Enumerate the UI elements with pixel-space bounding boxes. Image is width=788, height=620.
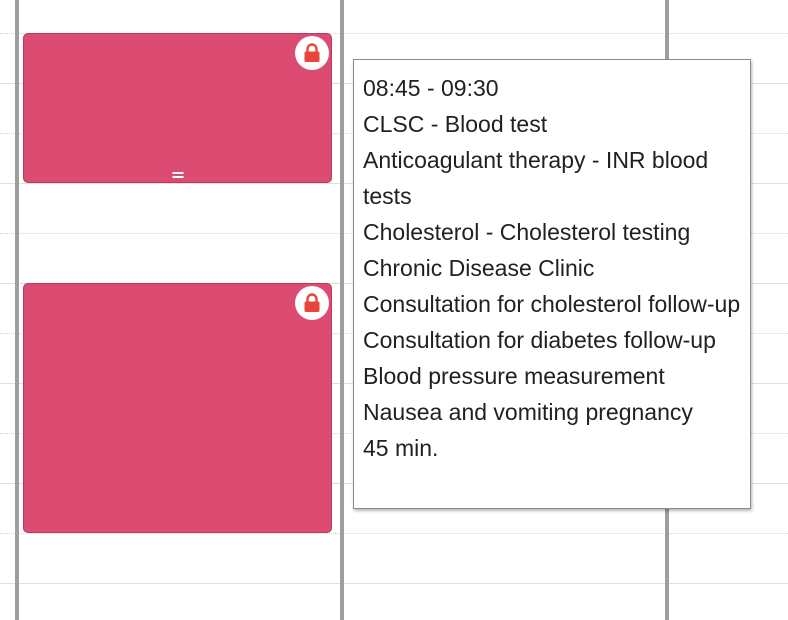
tooltip-time-range: 08:45 - 09:30 — [363, 75, 499, 101]
tooltip-service-line: Blood pressure measurement — [363, 363, 665, 389]
tooltip-service-line: CLSC - Blood test — [363, 111, 548, 137]
appointment-tooltip: 08:45 - 09:30 CLSC - Blood test Anticoag… — [353, 59, 751, 509]
tooltip-duration: 45 min. — [363, 435, 439, 461]
tooltip-service-line: Anticoagulant therapy - INR blood tests — [363, 147, 709, 209]
half-hour-line — [0, 533, 788, 534]
appointment-block[interactable] — [23, 283, 332, 533]
resize-handle[interactable] — [172, 172, 183, 178]
lock-icon — [295, 36, 329, 70]
tooltip-service-line: Consultation for diabetes follow-up — [363, 327, 716, 353]
day-column-divider — [340, 0, 344, 620]
hour-line — [0, 583, 788, 584]
lock-icon — [295, 286, 329, 320]
tooltip-service-line: Cholesterol - Cholesterol testing — [363, 219, 691, 245]
day-column-divider — [15, 0, 19, 620]
appointment-block[interactable] — [23, 33, 332, 183]
tooltip-service-line: Chronic Disease Clinic — [363, 255, 595, 281]
tooltip-service-line: Consultation for cholesterol follow-up — [363, 291, 741, 317]
tooltip-service-line: Nausea and vomiting pregnancy — [363, 399, 693, 425]
